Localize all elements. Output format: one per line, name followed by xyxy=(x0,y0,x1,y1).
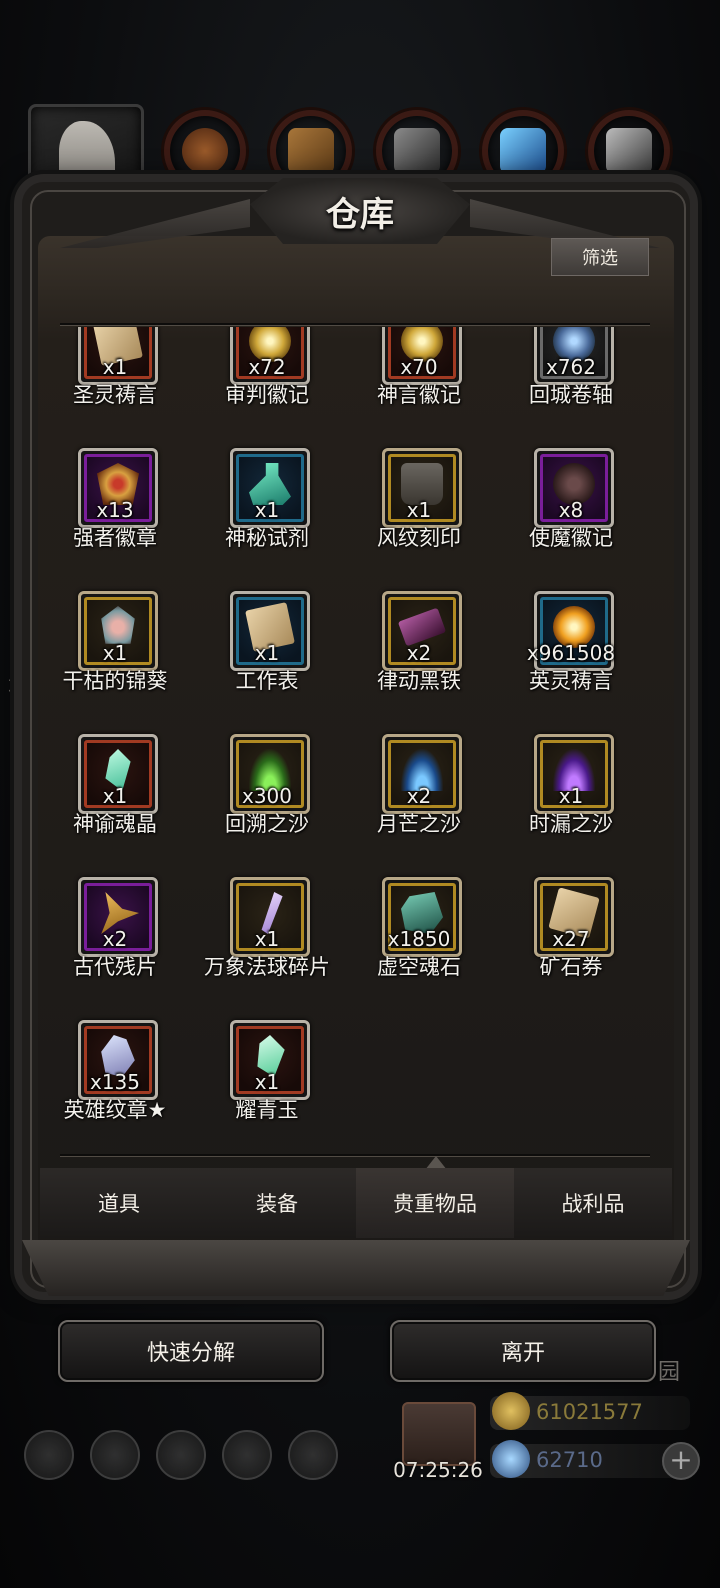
item-quantity: x1 xyxy=(102,355,128,379)
gem-icon xyxy=(492,1440,530,1478)
top-divider xyxy=(60,323,650,325)
item-name: 神秘试剂 xyxy=(225,526,309,550)
item-quantity: x70 xyxy=(400,355,438,379)
tab-equipment[interactable]: 装备 xyxy=(198,1168,356,1238)
inventory-item[interactable]: x72 审判徽记 xyxy=(200,327,352,427)
gold-currency: 61021577 xyxy=(490,1392,690,1430)
item-quantity: x13 xyxy=(96,498,134,522)
inventory-item[interactable]: x1 干枯的锦葵 xyxy=(60,591,200,713)
inventory-item[interactable]: x1 神秘试剂 xyxy=(200,448,352,570)
item-name: 工作表 xyxy=(235,669,299,693)
settings-icon[interactable] xyxy=(24,1430,74,1480)
tab-items[interactable]: 道具 xyxy=(40,1168,198,1238)
inventory-item[interactable]: x2 古代残片 xyxy=(60,877,200,999)
quick-decompose-button[interactable]: 快速分解 xyxy=(58,1320,324,1382)
iron-resource-icon[interactable] xyxy=(588,110,670,192)
item-name: 时漏之沙 xyxy=(529,812,613,836)
gift-timer: 07:25:26 xyxy=(393,1458,483,1482)
window-title: 仓库 xyxy=(326,194,394,235)
gift-icon[interactable] xyxy=(402,1402,476,1466)
inventory-item[interactable]: x135 英雄纹章★ xyxy=(60,1020,200,1142)
item-quantity: x72 xyxy=(248,355,286,379)
tab-loot[interactable]: 战利品 xyxy=(514,1168,672,1238)
item-quantity: x1 xyxy=(558,784,584,808)
inventory-item[interactable]: x1 耀青玉 xyxy=(200,1020,352,1142)
gem-amount: 62710 xyxy=(536,1448,603,1472)
gold-amount: 61021577 xyxy=(536,1400,643,1424)
guild-icon[interactable] xyxy=(90,1430,140,1480)
item-quantity: x1 xyxy=(102,784,128,808)
item-quantity: x27 xyxy=(552,927,590,951)
crystal-resource-icon[interactable] xyxy=(482,110,564,192)
item-quantity: x1 xyxy=(102,641,128,665)
item-quantity: x1 xyxy=(254,641,280,665)
bottom-divider xyxy=(60,1154,650,1156)
item-grid-viewport[interactable]: x1 圣灵祷言 x72 审判徽记 x70 神言徽记 x762 回城卷轴 x13 强者徽章 x1 神秘试… xyxy=(60,327,650,1155)
inventory-item[interactable]: x961508 英灵祷言 xyxy=(504,591,650,713)
item-name: 使魔徽记 xyxy=(529,526,613,550)
item-quantity: x1 xyxy=(254,1070,280,1094)
item-name: 回城卷轴 xyxy=(529,383,613,407)
item-name: 古代残片 xyxy=(73,955,157,979)
item-name: 干枯的锦葵 xyxy=(62,669,168,693)
item-quantity: x2 xyxy=(406,784,432,808)
item-quantity: x300 xyxy=(241,784,292,808)
item-name: 风纹刻印 xyxy=(377,526,461,550)
tab-valuables[interactable]: 贵重物品 xyxy=(356,1168,514,1238)
inventory-item[interactable]: x1 工作表 xyxy=(200,591,352,713)
item-name: 回溯之沙 xyxy=(225,812,309,836)
item-quantity: x8 xyxy=(558,498,584,522)
title-plate: 仓库 xyxy=(250,178,470,244)
item-name: 英雄纹章★ xyxy=(63,1098,167,1122)
item-quantity: x1850 xyxy=(387,927,451,951)
item-name: 圣灵祷言 xyxy=(73,383,157,407)
inventory-item[interactable]: x70 神言徽记 xyxy=(352,327,504,427)
inventory-item[interactable]: x1 万象法球碎片 xyxy=(200,877,352,999)
inventory-item[interactable]: x1 神谕魂晶 xyxy=(60,734,200,856)
item-name: 英灵祷言 xyxy=(529,669,613,693)
item-name: 神言徽记 xyxy=(377,383,461,407)
leave-button[interactable]: 离开 xyxy=(390,1320,656,1382)
inventory-item[interactable]: x1 时漏之沙 xyxy=(504,734,650,856)
inventory-item[interactable]: x762 回城卷轴 xyxy=(504,327,650,427)
social-icon[interactable] xyxy=(288,1430,338,1480)
gem-currency: 62710 xyxy=(490,1440,690,1478)
inventory-item[interactable]: x27 矿石券 xyxy=(504,877,650,999)
quest-icon[interactable] xyxy=(156,1430,206,1480)
inventory-item[interactable]: x13 强者徽章 xyxy=(60,448,200,570)
item-quantity: x961508 xyxy=(526,641,616,665)
inventory-item[interactable]: x1850 虚空魂石 xyxy=(352,877,504,999)
filter-button[interactable]: 筛选 xyxy=(551,238,649,276)
item-name: 耀青玉 xyxy=(235,1098,299,1122)
item-name: 律动黑铁 xyxy=(377,669,461,693)
item-quantity: x1 xyxy=(406,498,432,522)
inventory-item[interactable]: x1 圣灵祷言 xyxy=(60,327,200,427)
inventory-item[interactable]: x300 回溯之沙 xyxy=(200,734,352,856)
item-name: 虚空魂石 xyxy=(377,955,461,979)
gold-coin-icon xyxy=(492,1392,530,1430)
item-quantity: x135 xyxy=(89,1070,140,1094)
category-tabs: 道具 装备 贵重物品 战利品 xyxy=(40,1168,672,1238)
inventory-item[interactable]: x1 风纹刻印 xyxy=(352,448,504,570)
item-name: 审判徽记 xyxy=(225,383,309,407)
item-quantity: x1 xyxy=(254,498,280,522)
item-name: 月芒之沙 xyxy=(377,812,461,836)
inventory-item[interactable]: x2 律动黑铁 xyxy=(352,591,504,713)
background-text-right: 园 xyxy=(658,1360,681,1385)
inventory-item[interactable]: x8 使魔徽记 xyxy=(504,448,650,570)
item-name: 矿石券 xyxy=(539,955,603,979)
item-quantity: x2 xyxy=(406,641,432,665)
item-name: 万象法球碎片 xyxy=(204,955,330,979)
leather-resource-icon[interactable] xyxy=(164,110,246,192)
frame-bottom-ornament xyxy=(22,1240,690,1296)
mail-icon[interactable] xyxy=(222,1430,272,1480)
item-name: 神谕魂晶 xyxy=(73,812,157,836)
item-quantity: x1 xyxy=(254,927,280,951)
item-quantity: x762 xyxy=(545,355,596,379)
item-name: 强者徽章 xyxy=(73,526,157,550)
item-quantity: x2 xyxy=(102,927,128,951)
inventory-item[interactable]: x2 月芒之沙 xyxy=(352,734,504,856)
add-gems-button[interactable]: + xyxy=(662,1442,700,1480)
